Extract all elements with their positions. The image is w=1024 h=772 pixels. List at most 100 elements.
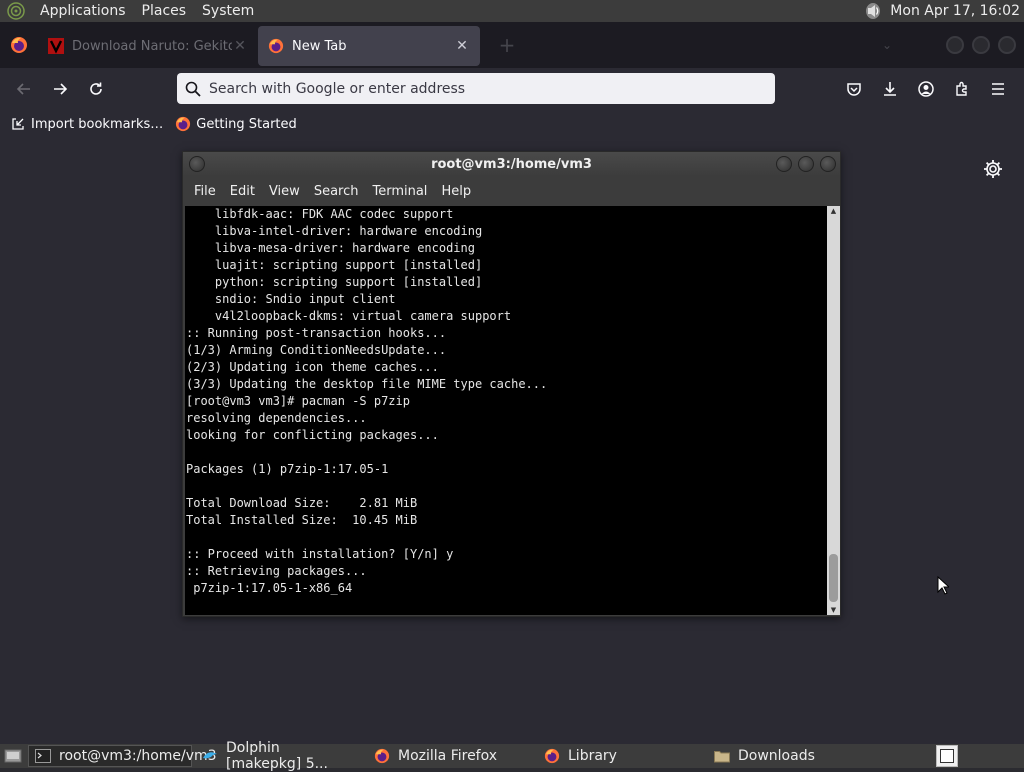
close-tab-icon[interactable]: ✕	[232, 38, 248, 54]
tab-bar: Download Naruto: Gekito... ✕ New Tab ✕ +…	[0, 22, 1024, 68]
forward-button[interactable]	[42, 73, 78, 105]
new-tab-button[interactable]: +	[492, 30, 522, 60]
scroll-up-icon[interactable]: ▲	[827, 206, 840, 216]
account-icon	[918, 81, 934, 97]
back-arrow-icon	[16, 83, 30, 95]
download-icon	[884, 82, 896, 96]
reload-button[interactable]	[78, 73, 114, 105]
taskbar-item-firefox[interactable]: Mozilla Firefox	[368, 745, 534, 767]
taskbar-label: Mozilla Firefox	[398, 748, 498, 764]
taskbar-item-dolphin[interactable]: Dolphin [makepkg] 5...	[196, 740, 364, 772]
menu-terminal[interactable]: Terminal	[365, 184, 434, 199]
top-panel: Applications Places System Mon Apr 17, 1…	[0, 0, 1024, 22]
taskbar-item-downloads[interactable]: Downloads	[708, 745, 874, 767]
taskbar-label: Downloads	[738, 748, 815, 764]
back-button[interactable]	[6, 73, 42, 105]
firefox-icon	[544, 748, 560, 764]
menu-edit[interactable]: Edit	[223, 184, 262, 199]
terminal-line: :: Running post-transaction hooks...	[186, 326, 447, 340]
terminal-icon	[35, 748, 51, 764]
hamburger-menu-icon	[992, 83, 1004, 95]
getting-started-bookmark[interactable]: Getting Started	[175, 116, 297, 132]
maximize-button[interactable]	[972, 36, 990, 54]
distro-logo-icon[interactable]	[6, 1, 26, 21]
terminal-line: libva-intel-driver: hardware encoding	[186, 224, 483, 238]
tab-title: New Tab	[292, 38, 347, 54]
import-bookmarks-item[interactable]: Import bookmarks…	[10, 116, 163, 132]
terminal-line: :: Proceed with installation? [Y/n] y	[186, 547, 454, 561]
applications-menu[interactable]: Applications	[32, 0, 134, 22]
volume-icon[interactable]	[862, 0, 884, 22]
tab-naruto[interactable]: Download Naruto: Gekito... ✕	[38, 26, 258, 66]
minimize-button[interactable]	[946, 36, 964, 54]
show-desktop-icon[interactable]	[2, 745, 24, 767]
taskbar-item-library[interactable]: Library	[538, 745, 704, 767]
maximize-button[interactable]	[798, 156, 814, 172]
terminal-line: looking for conflicting packages...	[186, 428, 439, 442]
forward-arrow-icon	[54, 83, 68, 95]
places-menu[interactable]: Places	[134, 0, 195, 22]
menu-help[interactable]: Help	[434, 184, 478, 199]
workspace-switcher-1[interactable]	[936, 745, 958, 767]
terminal-line: p7zip-1:17.05-1-x86_64	[186, 581, 353, 595]
taskbar-item-terminal[interactable]: root@vm3:/home/vm3	[28, 745, 217, 767]
scrollbar-thumb[interactable]	[829, 554, 838, 602]
terminal-line: libfdk-aac: FDK AAC codec support	[186, 207, 454, 221]
menu-search[interactable]: Search	[307, 184, 366, 199]
firefox-view-button[interactable]	[0, 22, 38, 68]
menu-button[interactable]	[980, 73, 1016, 105]
terminal-window[interactable]: root@vm3:/home/vm3 File Edit View Search…	[182, 151, 841, 617]
firefox-icon	[175, 116, 191, 132]
taskbar-label: Dolphin [makepkg] 5...	[226, 740, 328, 772]
minimize-button[interactable]	[776, 156, 792, 172]
bookmark-label: Getting Started	[196, 116, 297, 132]
taskbar: root@vm3:/home/vm3 Dolphin [makepkg] 5..…	[0, 740, 1024, 772]
workspace-switcher-2[interactable]	[960, 745, 982, 767]
clock[interactable]: Mon Apr 17, 16:02	[884, 3, 1024, 19]
dolphin-icon	[202, 748, 218, 764]
account-button[interactable]	[908, 73, 944, 105]
firefox-icon	[11, 37, 27, 53]
terminal-line: libva-mesa-driver: hardware encoding	[186, 241, 475, 255]
terminal-line: Total Installed Size: 10.45 MiB	[186, 513, 418, 527]
pocket-button[interactable]	[836, 73, 872, 105]
terminal-line: (2/3) Updating icon theme caches...	[186, 360, 439, 374]
menu-view[interactable]: View	[262, 184, 307, 199]
terminal-line: resolving dependencies...	[186, 411, 367, 425]
search-icon	[177, 81, 209, 97]
tab-new-tab[interactable]: New Tab ✕	[258, 26, 480, 66]
gear-icon[interactable]	[982, 158, 1004, 180]
terminal-line: Total Download Size: 2.81 MiB	[186, 496, 418, 510]
window-menu-button[interactable]	[189, 156, 205, 172]
close-window-button[interactable]	[998, 36, 1016, 54]
terminal-titlebar[interactable]: root@vm3:/home/vm3	[183, 152, 840, 176]
tab-title: Download Naruto: Gekito...	[72, 38, 232, 54]
search-input[interactable]	[209, 80, 749, 97]
scroll-down-icon[interactable]: ▼	[827, 605, 840, 615]
bookmark-label: Import bookmarks…	[31, 116, 164, 132]
terminal-scrollbar[interactable]: ▲ ▼	[827, 206, 840, 615]
menu-file[interactable]: File	[187, 184, 223, 199]
terminal-line: (3/3) Updating the desktop file MIME typ…	[186, 377, 548, 391]
import-icon	[10, 116, 26, 132]
terminal-line: sndio: Sndio input client	[186, 292, 396, 306]
terminal-line: v4l2loopback-dkms: virtual camera suppor…	[186, 309, 512, 323]
list-all-tabs-icon[interactable]: ⌄	[882, 38, 892, 52]
terminal-line: python: scripting support [installed]	[186, 275, 483, 289]
system-menu[interactable]: System	[194, 0, 262, 22]
terminal-line: [root@vm3 vm3]# pacman -S p7zip	[186, 394, 410, 408]
close-window-button[interactable]	[820, 156, 836, 172]
terminal-output[interactable]: libfdk-aac: FDK AAC codec support libva-…	[185, 206, 827, 615]
address-bar[interactable]	[177, 73, 775, 104]
firefox-icon	[374, 748, 390, 764]
navigation-toolbar	[0, 68, 1024, 110]
downloads-button[interactable]	[872, 73, 908, 105]
terminal-menubar: File Edit View Search Terminal Help	[183, 176, 840, 206]
firefox-icon	[268, 38, 284, 54]
close-tab-icon[interactable]: ✕	[454, 38, 470, 54]
terminal-line: (1/3) Arming ConditionNeedsUpdate...	[186, 343, 447, 357]
extensions-button[interactable]	[944, 73, 980, 105]
